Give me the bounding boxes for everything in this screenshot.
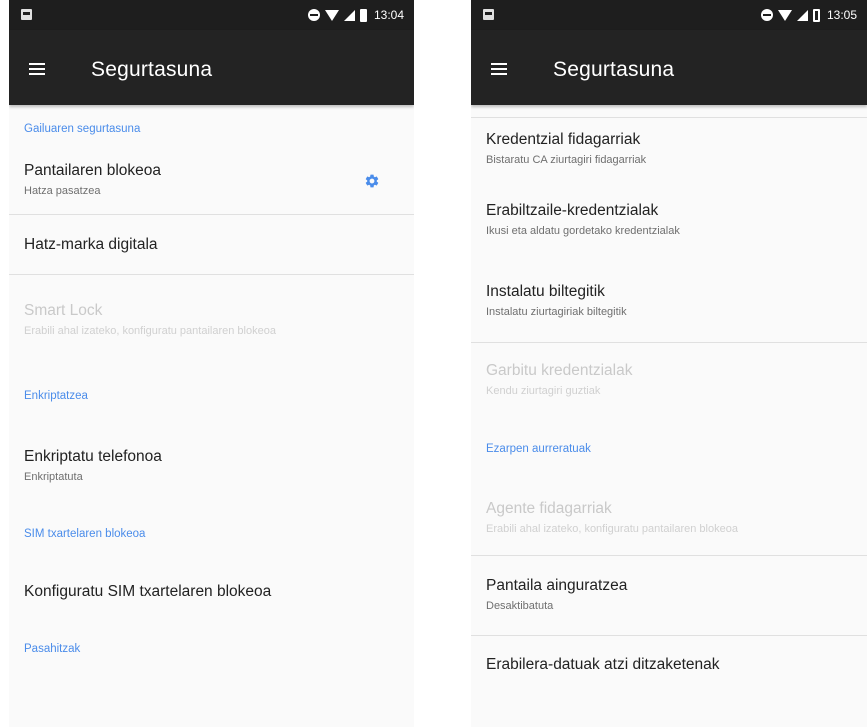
status-bar: 13:04 [9, 0, 414, 30]
menu-icon[interactable] [29, 63, 45, 75]
toolbar: Segurtasuna [9, 30, 414, 105]
signal-icon [343, 9, 355, 21]
pref-pantailaren-blokeoa[interactable]: Pantailaren blokeoa Hatza pasatzea [9, 147, 414, 214]
pref-summary: Hatza pasatzea [24, 185, 101, 197]
pref-summary: Ikusi eta aldatu gordetako kredentzialak [486, 225, 680, 237]
signal-icon [796, 9, 808, 21]
clock: 13:04 [373, 8, 404, 22]
pref-erabiltzaile-kredentzialak[interactable]: Erabiltzaile-kredentzialak Ikusi eta alda… [471, 180, 867, 261]
pref-title: Erabiltzaile-kredentzialak [486, 202, 659, 219]
notification-icon [21, 9, 32, 20]
wifi-icon [777, 9, 792, 21]
section-header-gailuaren-segurtasuna: Gailuaren segurtasuna [24, 123, 141, 135]
pref-summary: Kendu ziurtagiri guztiak [486, 384, 601, 397]
pref-pantaila-ainguratzea[interactable]: Pantaila ainguratzea Desaktibatuta [471, 556, 867, 635]
pref-garbitu-kredentzialak: Garbitu kredentzialak Kendu ziurtagiri gu… [471, 343, 867, 417]
pref-title: Erabilera-datuak atzi ditzaketenak [486, 656, 720, 673]
phone-screen-left: 13:04 Segurtasuna Gailuaren segurtasuna P… [9, 0, 414, 727]
pref-kredentzial-fidagarriak[interactable]: Kredentzial fidagarriak Bistaratu CA ziur… [471, 118, 867, 180]
section-header-pasahitzak: Pasahitzak [24, 643, 81, 655]
pref-enkriptatu-telefonoa[interactable]: Enkriptatu telefonoa Enkriptatuta [9, 427, 414, 505]
pref-instalatu-biltegitik[interactable]: Instalatu biltegitik Instalatu ziurtagiri… [471, 261, 867, 342]
gear-icon[interactable] [364, 173, 380, 189]
pref-title: Hatz-marka digitala [24, 235, 158, 253]
battery-icon [812, 8, 820, 22]
pref-title: Kredentzial fidagarriak [486, 130, 641, 148]
pref-summary: Desaktibatuta [486, 600, 554, 612]
pref-konfiguratu-sim-txartelaren-blokeoa[interactable]: Konfiguratu SIM txartelaren blokeoa [9, 563, 414, 621]
toolbar: Segurtasuna [471, 30, 867, 105]
phone-screen-right: 13:05 Segurtasuna Kredentzial fidagarria… [471, 0, 867, 727]
pref-title: Garbitu kredentzialak [486, 361, 633, 379]
pref-title: Smart Lock [24, 301, 103, 319]
pref-summary: Erabili ahal izateko, konfiguratu pantai… [24, 324, 276, 337]
settings-list: Kredentzial fidagarriak Bistaratu CA ziur… [471, 105, 867, 694]
menu-icon[interactable] [491, 63, 507, 75]
pref-summary: Instalatu ziurtagiriak biltegitik [486, 306, 627, 318]
wifi-icon [324, 9, 339, 21]
section-header-enkriptatzea: Enkriptatzea [24, 390, 88, 402]
pref-title: Pantaila ainguratzea [486, 577, 628, 594]
pref-title: Enkriptatu telefonoa [24, 447, 162, 465]
pref-hatz-marka-digitala[interactable]: Hatz-marka digitala [9, 215, 414, 274]
status-bar: 13:05 [471, 0, 867, 30]
do-not-disturb-icon [760, 9, 773, 21]
pref-title: Konfiguratu SIM txartelaren blokeoa [24, 583, 272, 600]
clock: 13:05 [826, 8, 857, 22]
pref-summary: Enkriptatuta [24, 470, 83, 483]
pref-summary: Erabili ahal izateko, konfiguratu pantai… [486, 522, 738, 535]
section-header-sim-txartelaren-blokeoa: SIM txartelaren blokeoa [24, 528, 146, 540]
notification-icon [483, 9, 494, 20]
pref-erabilera-datuak-atzi-ditzaketenak[interactable]: Erabilera-datuak atzi ditzaketenak [471, 636, 867, 694]
pref-summary: Bistaratu CA ziurtagiri fidagarriak [486, 153, 647, 166]
pref-title: Pantailaren blokeoa [24, 162, 162, 179]
pref-title: Agente fidagarriak [486, 499, 612, 517]
do-not-disturb-icon [307, 9, 320, 21]
battery-icon [359, 8, 367, 22]
pref-agente-fidagarriak: Agente fidagarriak Erabili ahal izateko, … [471, 481, 867, 555]
toolbar-title: Segurtasuna [553, 58, 675, 81]
pref-title: Instalatu biltegitik [486, 283, 605, 300]
toolbar-title: Segurtasuna [91, 58, 213, 81]
section-header-ezarpen-aurreratuak: Ezarpen aurreratuak [486, 443, 591, 455]
settings-list: Gailuaren segurtasuna Pantailaren blokeoa… [9, 105, 414, 677]
pref-smart-lock: Smart Lock Erabili ahal izateko, konfigur… [9, 275, 414, 365]
